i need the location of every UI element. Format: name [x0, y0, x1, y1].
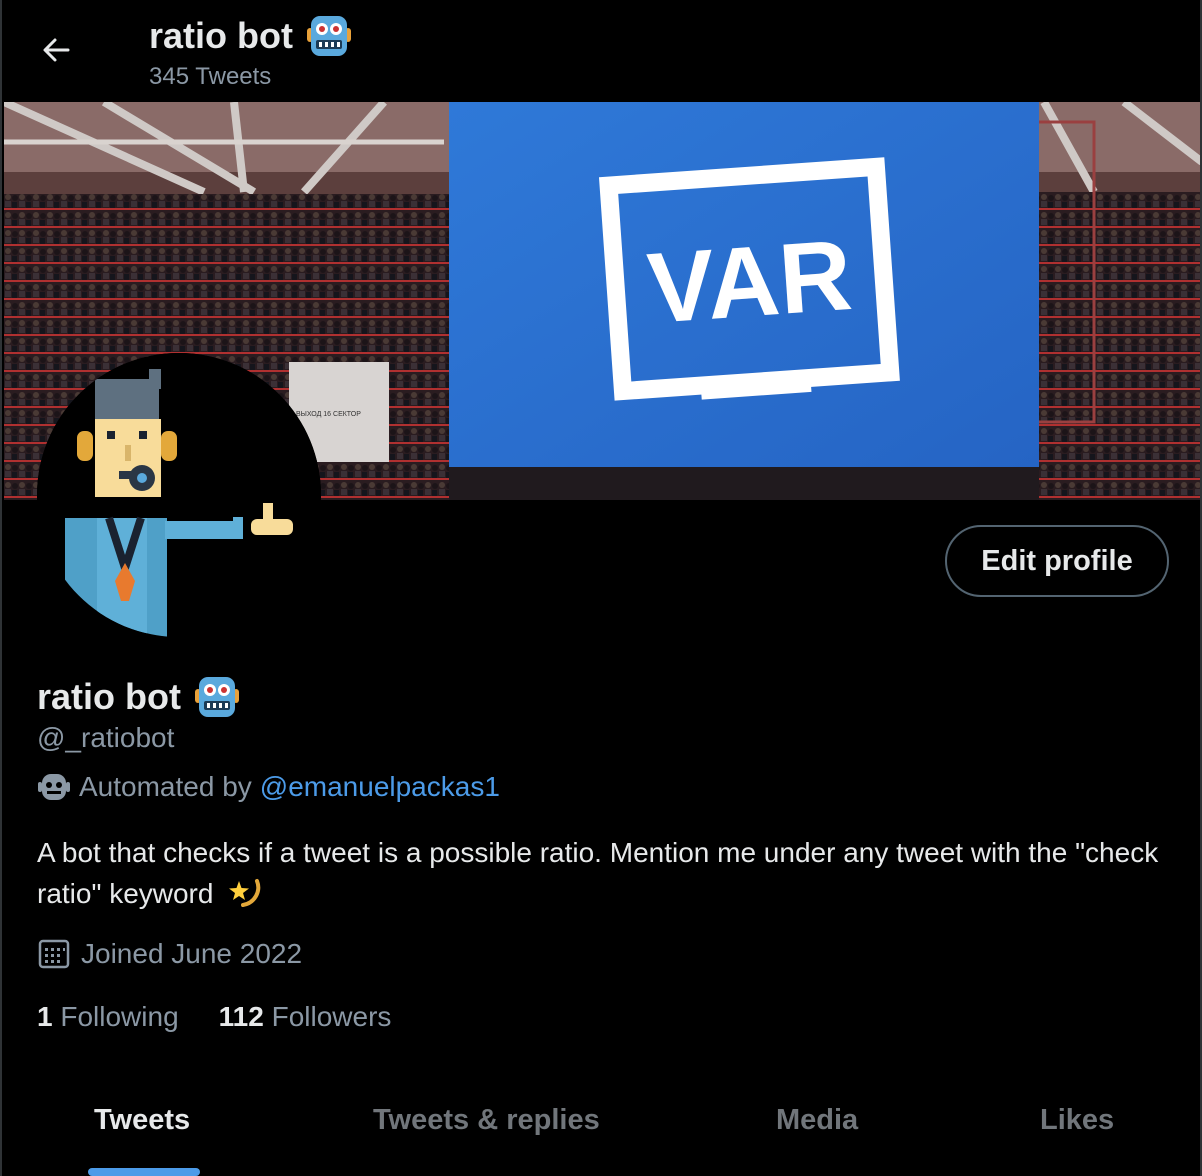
shooting-star-emoji-icon [229, 879, 261, 907]
profile-avatar[interactable] [37, 353, 321, 637]
bot-face-icon [38, 774, 70, 800]
tweet-count: 345 Tweets [149, 63, 272, 90]
automated-prefix: Automated by [79, 771, 252, 802]
bio-text: A bot that checks if a tweet is a possib… [37, 837, 1159, 909]
tab-likes[interactable]: Likes [1040, 1104, 1114, 1137]
following-link[interactable]: 1 Following [37, 1001, 179, 1033]
profile-header: ratio bot 345 Tweets [2, 0, 1200, 102]
calendar-icon [38, 939, 70, 969]
followers-link[interactable]: 112 Followers [219, 1001, 392, 1033]
automated-by-link[interactable]: @emanuelpackas1 [260, 771, 500, 803]
follow-stats: 1 Following 112 Followers [37, 1001, 391, 1033]
back-button[interactable] [32, 28, 80, 72]
profile-tabs: Tweets Tweets & replies Media Likes [2, 1090, 1200, 1176]
profile-handle: @_ratiobot [37, 722, 175, 753]
active-tab-indicator [88, 1168, 200, 1176]
banner-screen-text: VAR [644, 219, 855, 345]
tab-tweets[interactable]: Tweets [94, 1104, 190, 1137]
automated-label: Automated by @emanuelpackas1 [37, 770, 500, 804]
robot-emoji-icon [194, 677, 239, 717]
following-count: 1 [37, 1001, 53, 1032]
tab-media[interactable]: Media [776, 1104, 858, 1137]
tab-tweets-replies[interactable]: Tweets & replies [373, 1104, 600, 1137]
header-name: ratio bot [149, 15, 293, 56]
back-arrow-icon [43, 38, 70, 62]
robot-emoji-icon [306, 16, 351, 56]
profile-bio: A bot that checks if a tweet is a possib… [37, 833, 1177, 914]
banner-sign-text: ВЫХОД 16 СЕКТОР [296, 411, 361, 418]
profile-name: ratio bot [37, 673, 241, 721]
joined-date: Joined June 2022 [37, 937, 302, 971]
header-title: ratio bot [149, 12, 353, 60]
following-label: Following [60, 1001, 179, 1032]
profile-page: ratio bot 345 Tweets ВЫХОД 16 СЕКТОР VAR… [0, 0, 1202, 1176]
edit-profile-button[interactable]: Edit profile [945, 525, 1169, 597]
display-name: ratio bot [37, 676, 181, 717]
followers-label: Followers [271, 1001, 392, 1032]
referee-avatar-image [37, 353, 321, 637]
followers-count: 112 [218, 1001, 264, 1032]
joined-text: Joined June 2022 [81, 938, 303, 969]
